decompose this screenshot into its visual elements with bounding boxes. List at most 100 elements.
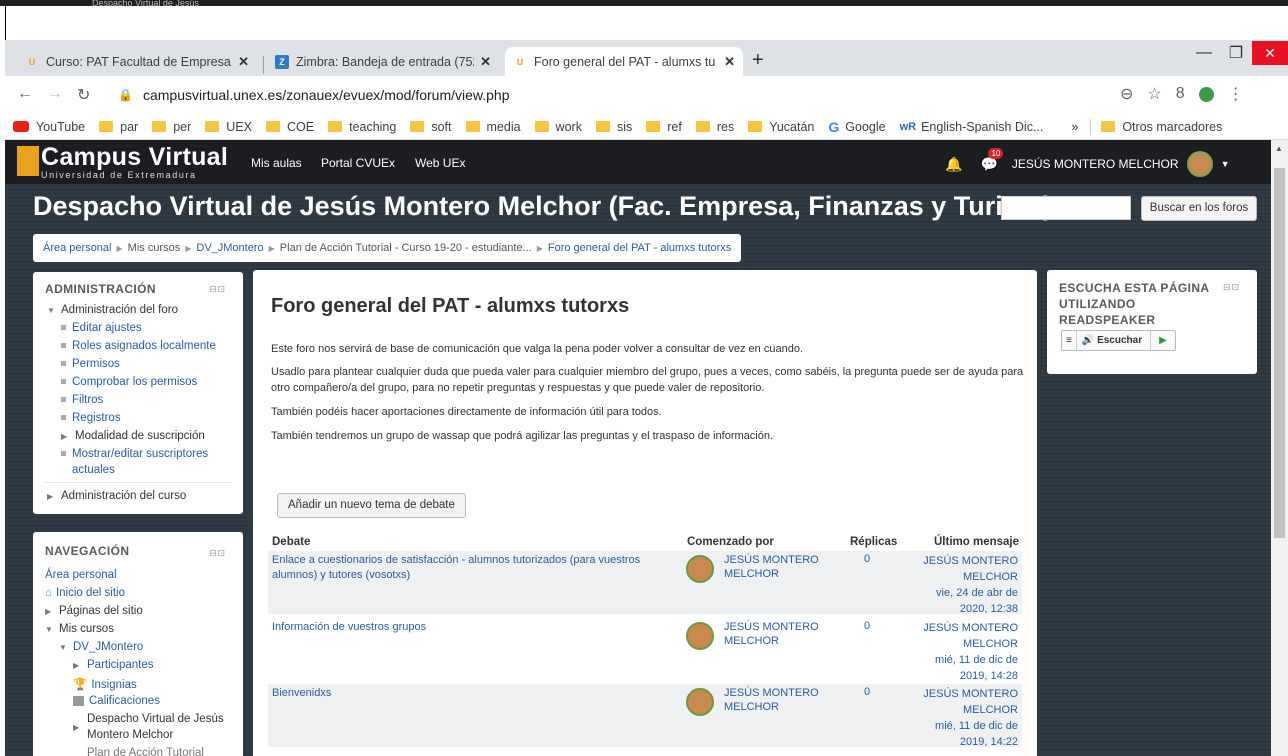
nav-portal-cvuex[interactable]: Portal CVUEx bbox=[321, 156, 395, 170]
replies-count[interactable]: 0 bbox=[864, 620, 884, 632]
bookmark-wordreference[interactable]: wR English-Spanish Dic... bbox=[900, 120, 1044, 134]
bookmark-folder[interactable]: par bbox=[99, 120, 138, 134]
block-dock-icon[interactable]: ⊟⊡ bbox=[1223, 282, 1240, 293]
avatar[interactable] bbox=[686, 688, 714, 716]
discussion-link[interactable]: Información de vuestros grupos bbox=[272, 620, 672, 635]
forward-icon[interactable]: → bbox=[47, 85, 63, 103]
admin-item-filtros[interactable]: Filtros bbox=[61, 394, 103, 406]
profile-icon[interactable]: 8 bbox=[1176, 85, 1185, 103]
admin-item-registros[interactable]: Registros bbox=[61, 412, 121, 424]
nav-despacho-cont[interactable]: Montero Melchor bbox=[87, 729, 173, 741]
nav-despacho[interactable]: ▶ Despacho Virtual de Jesús bbox=[73, 713, 224, 732]
col-debate[interactable]: Debate bbox=[272, 536, 310, 548]
shield-extension-icon[interactable] bbox=[1198, 86, 1214, 102]
tab-zimbra[interactable]: Z Zimbra: Bandeja de entrada (752 ✕ bbox=[267, 47, 499, 76]
forum-admin-toggle[interactable]: ▼ Administración del foro bbox=[47, 304, 178, 316]
nav-inicio-sitio[interactable]: ⌂ Inicio del sitio bbox=[45, 587, 125, 599]
back-icon[interactable]: ← bbox=[17, 85, 33, 103]
author-link[interactable]: JESÚS MONTERO MELCHOR bbox=[724, 553, 834, 581]
user-menu[interactable]: 🔔 💬 10 JESÚS MONTERO MELCHOR ▼ bbox=[945, 147, 1229, 177]
admin-item-suscriptores-cont[interactable]: actuales bbox=[72, 464, 115, 476]
col-ultimo[interactable]: Último mensaje bbox=[934, 536, 1019, 548]
breadcrumb-forum[interactable]: Foro general del PAT - alumxs tutorxs bbox=[548, 242, 731, 254]
bookmark-folder[interactable]: Yucatán bbox=[748, 120, 814, 134]
bookmark-folder[interactable]: work bbox=[534, 120, 582, 134]
bookmark-folder[interactable]: res bbox=[695, 120, 734, 134]
course-admin-toggle[interactable]: ▶ Administración del curso bbox=[47, 490, 186, 502]
admin-item-permisos[interactable]: Permisos bbox=[61, 358, 120, 370]
admin-item-suscriptores[interactable]: Mostrar/editar suscriptores bbox=[61, 448, 208, 460]
col-replicas[interactable]: Réplicas bbox=[850, 536, 897, 548]
avatar[interactable] bbox=[686, 555, 714, 583]
bookmark-youtube[interactable]: YouTube bbox=[13, 120, 85, 134]
discussion-link[interactable]: Enlace a cuestionarios de satisfacción -… bbox=[272, 553, 672, 583]
minimize-icon[interactable]: — bbox=[1188, 44, 1220, 62]
author-link[interactable]: JESÚS MONTERO MELCHOR bbox=[724, 620, 834, 648]
nav-mis-cursos[interactable]: ▼ Mis cursos bbox=[45, 623, 114, 635]
add-discussion-button[interactable]: Añadir un nuevo tema de debate bbox=[277, 493, 466, 518]
nav-course[interactable]: ▼ DV_JMontero bbox=[59, 641, 143, 653]
admin-item-suscripcion[interactable]: ▶ Modalidad de suscripción bbox=[61, 430, 205, 442]
bookmark-folder[interactable]: teaching bbox=[328, 120, 396, 134]
close-tab-icon[interactable]: ✕ bbox=[238, 54, 249, 70]
breadcrumb-mis-cursos[interactable]: Mis cursos bbox=[128, 242, 181, 254]
admin-item-roles[interactable]: Roles asignados localmente bbox=[61, 340, 216, 352]
bookmark-folder[interactable]: UEX bbox=[205, 120, 252, 134]
nav-area-personal[interactable]: Área personal bbox=[45, 569, 117, 581]
admin-item-editar-ajustes[interactable]: Editar ajustes bbox=[61, 322, 142, 334]
new-tab-button[interactable]: + bbox=[752, 49, 764, 72]
replies-count[interactable]: 0 bbox=[864, 686, 884, 698]
bookmarks-overflow-button[interactable]: » bbox=[1071, 120, 1078, 134]
last-post[interactable]: JESÚS MONTERO MELCHOR vie, 24 de abr de 202… bbox=[908, 553, 1018, 617]
nav-mis-aulas[interactable]: Mis aulas bbox=[251, 156, 302, 170]
omnibox[interactable]: 🔒 campusvirtual.unex.es/zonauex/evuex/mo… bbox=[118, 81, 1118, 109]
messages-icon[interactable]: 💬 10 bbox=[980, 147, 1004, 173]
menu-dots-icon[interactable]: ⋮ bbox=[1228, 84, 1244, 104]
close-tab-icon[interactable]: ✕ bbox=[480, 54, 491, 70]
nav-plan[interactable]: Plan de Acción Tutorial bbox=[87, 747, 204, 756]
scrollbar-thumb[interactable] bbox=[1274, 168, 1285, 538]
bookmark-star-icon[interactable]: ☆ bbox=[1147, 84, 1161, 104]
nav-calificaciones[interactable]: Calificaciones bbox=[73, 695, 160, 707]
breadcrumb-plan[interactable]: Plan de Acción Tutorial - Curso 19-20 - … bbox=[280, 242, 532, 254]
bookmark-folder[interactable]: ref bbox=[646, 120, 682, 134]
discussion-link[interactable]: Bienvenidxs bbox=[272, 686, 672, 701]
nav-web-uex[interactable]: Web UEx bbox=[415, 156, 465, 170]
readspeaker-menu-icon[interactable]: ≡ bbox=[1062, 331, 1077, 350]
nav-insignias[interactable]: 🏆 Insignias bbox=[73, 677, 137, 691]
last-post[interactable]: JESÚS MONTERO MELCHOR mié, 11 de dic de 201… bbox=[908, 686, 1018, 750]
bookmark-folder[interactable]: media bbox=[465, 120, 521, 134]
block-dock-icon[interactable]: ⊟⊡ bbox=[209, 548, 226, 559]
block-dock-icon[interactable]: ⊟⊡ bbox=[209, 284, 226, 295]
bookmark-folder[interactable]: soft bbox=[410, 120, 452, 134]
bookmark-other[interactable]: Otros marcadores bbox=[1101, 120, 1222, 134]
reload-icon[interactable]: ↻ bbox=[77, 85, 90, 105]
zoom-icon[interactable]: ⊖ bbox=[1120, 84, 1133, 104]
bookmark-folder[interactable]: per bbox=[152, 120, 191, 134]
nav-paginas-sitio[interactable]: ▶ Páginas del sitio bbox=[45, 605, 143, 617]
avatar[interactable] bbox=[686, 622, 714, 650]
restore-icon[interactable]: ❐ bbox=[1220, 43, 1252, 63]
close-tab-icon[interactable]: ✕ bbox=[724, 54, 735, 70]
listen-button[interactable]: 🔊 Escuchar bbox=[1077, 331, 1152, 350]
play-icon[interactable]: ▶ bbox=[1151, 331, 1175, 350]
admin-item-comprobar[interactable]: Comprobar los permisos bbox=[61, 376, 197, 388]
nav-participantes[interactable]: ▶ Participantes bbox=[73, 659, 153, 671]
bookmark-folder[interactable]: COE bbox=[265, 120, 314, 134]
scroll-up-icon[interactable]: ▲ bbox=[1275, 144, 1283, 153]
bookmark-google[interactable]: G Google bbox=[828, 119, 885, 135]
last-post[interactable]: JESÚS MONTERO MELCHOR mié, 11 de dic de 201… bbox=[908, 620, 1018, 684]
replies-count[interactable]: 0 bbox=[864, 553, 884, 565]
forum-search-input[interactable] bbox=[1001, 196, 1131, 220]
page-scrollbar[interactable]: ▲ bbox=[1271, 140, 1288, 756]
tab-curso-pat[interactable]: U Curso: PAT Facultad de Empresa, ✕ bbox=[17, 47, 257, 76]
author-link[interactable]: JESÚS MONTERO MELCHOR bbox=[724, 686, 834, 714]
notification-bell-icon[interactable]: 🔔 bbox=[945, 156, 962, 173]
col-comenzado[interactable]: Comenzado por bbox=[687, 536, 774, 548]
breadcrumb-area-personal[interactable]: Área personal bbox=[43, 242, 112, 254]
close-window-icon[interactable]: ✕ bbox=[1252, 41, 1288, 65]
search-forums-button[interactable]: Buscar en los foros bbox=[1141, 196, 1257, 221]
bookmark-folder[interactable]: sis bbox=[595, 120, 632, 134]
breadcrumb-course[interactable]: DV_JMontero bbox=[196, 242, 263, 254]
tab-foro-general[interactable]: U Foro general del PAT - alumxs tu ✕ bbox=[505, 47, 743, 76]
